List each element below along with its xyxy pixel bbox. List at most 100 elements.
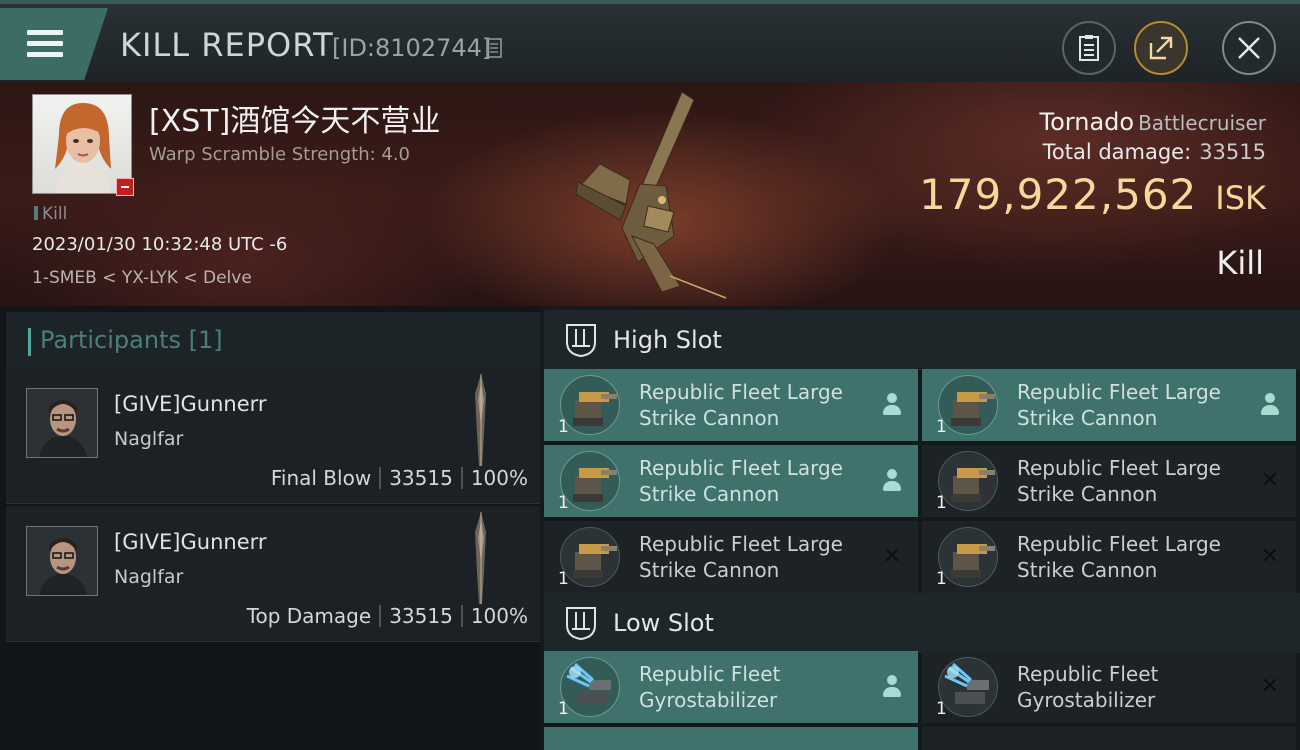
module-high-4[interactable]: 1 Republic Fleet Large Strike Cannon ✕ [922, 445, 1296, 517]
participant-stats: Final Blow 33515 100% [271, 466, 528, 490]
module-quantity: 1 [936, 493, 947, 513]
isk-value: 179,922,562 ISK [919, 170, 1266, 219]
module-name: Republic Fleet Large Strike Cannon [639, 379, 879, 431]
top-bar: KILL REPORT [ID:8102744] [0, 0, 1300, 82]
victim-banner: [XST]酒馆今天不营业 Warp Scramble Strength: 4.0… [0, 82, 1300, 306]
module-name-line1: Republic Fleet Large [1017, 380, 1221, 404]
participant-percent: 100% [470, 604, 528, 628]
module-quantity: 1 [936, 699, 947, 719]
clipboard-button[interactable] [1062, 21, 1116, 75]
isk-unit: ISK [1215, 179, 1266, 217]
gyrostabilizer-icon [938, 657, 998, 717]
module-name: Republic Fleet Gyrostabilizer [639, 661, 879, 713]
module-name-line2: Strike Cannon [1017, 482, 1158, 506]
module-name-line2: Strike Cannon [639, 558, 780, 582]
module-name: Republic Fleet Large Strike Cannon [1017, 455, 1257, 507]
gyrostabilizer-icon [560, 657, 620, 717]
module-high-6[interactable]: 1 Republic Fleet Large Strike Cannon ✕ [922, 521, 1296, 593]
participant-stats: Top Damage 33515 100% [247, 604, 528, 628]
low-slot-header: Low Slot [544, 593, 1300, 653]
high-slot-header: High Slot [544, 310, 1300, 370]
participant-card[interactable]: [GIVE]Gunnerr Naglfar Final Blow 33515 100… [6, 368, 540, 504]
total-damage-label: Total damage: [1042, 140, 1192, 164]
participant-ship-icon[interactable] [470, 512, 492, 604]
module-name-line1: Republic Fleet Large [1017, 532, 1221, 556]
high-slot-title: High Slot [613, 326, 722, 354]
close-icon [1238, 37, 1260, 59]
low-slot-title: Low Slot [613, 609, 714, 637]
copy-icon[interactable] [486, 38, 502, 58]
participants-header: Participants [1] [6, 312, 540, 370]
module-low-1[interactable]: 1 Republic Fleet Gyrostabilizer [544, 651, 918, 723]
module-name: Republic Fleet Gyrostabilizer [1017, 661, 1257, 713]
module-name-line2: Strike Cannon [639, 406, 780, 430]
participant-portrait-icon [27, 527, 97, 595]
participant-percent: 100% [470, 466, 528, 490]
module-high-3[interactable]: 1 Republic Fleet Large Strike Cannon [544, 445, 918, 517]
module-high-5[interactable]: 1 Republic Fleet Large Strike Cannon ✕ [544, 521, 918, 593]
clipboard-icon [1079, 35, 1099, 61]
destroyed-icon: ✕ [882, 543, 902, 569]
victim-name[interactable]: [XST]酒馆今天不营业 [149, 96, 440, 140]
participants-count: [1] [188, 326, 223, 354]
ship-type[interactable]: Tornado Battlecruiser [1040, 108, 1266, 136]
share-button[interactable] [1134, 21, 1188, 75]
participant-role: Final Blow [270, 466, 372, 490]
module-high-2[interactable]: 1 Republic Fleet Large Strike Cannon [922, 369, 1296, 441]
fitted-icon [880, 673, 904, 699]
participant-name[interactable]: [GIVE]Gunnerr [114, 530, 267, 554]
cannon-icon [938, 451, 998, 511]
kill-location[interactable]: 1-SMEB < YX-LYK < Delve [32, 268, 252, 288]
module-name-line1: Republic Fleet Large [639, 532, 843, 556]
high-slot-icon [566, 324, 596, 358]
module-name-line1: Republic Fleet [1017, 662, 1159, 686]
cannon-icon [560, 375, 620, 435]
victim-ship-icon[interactable] [570, 86, 740, 301]
module-name-line2: Strike Cannon [1017, 558, 1158, 582]
close-button[interactable] [1222, 21, 1276, 75]
module-name-line2: Strike Cannon [639, 482, 780, 506]
participant-portrait-icon [27, 389, 97, 457]
module-quantity: 1 [558, 493, 569, 513]
warp-scramble-strength: Warp Scramble Strength: 4.0 [149, 144, 411, 165]
kill-datetime: 2023/01/30 10:32:48 UTC -6 [32, 234, 288, 255]
participant-avatar[interactable] [26, 388, 98, 458]
module-quantity: 1 [558, 569, 569, 589]
fitted-icon [1258, 391, 1282, 417]
module-name: Republic Fleet Large Strike Cannon [1017, 531, 1257, 583]
isk-amount: 179,922,562 [919, 170, 1198, 219]
total-damage: Total damage: 33515 [1043, 140, 1266, 164]
participants-label: Participants [40, 326, 181, 354]
module-quantity: 1 [558, 417, 569, 437]
destroyed-icon: ✕ [1260, 673, 1280, 699]
hamburger-icon [27, 30, 63, 58]
kill-result: Kill [1216, 244, 1264, 282]
cannon-icon [560, 527, 620, 587]
module-high-1[interactable]: 1 Republic Fleet Large Strike Cannon [544, 369, 918, 441]
menu-button[interactable] [0, 8, 108, 80]
participant-ship-icon[interactable] [470, 374, 492, 466]
page-title: KILL REPORT [120, 26, 334, 64]
share-icon [1149, 36, 1173, 60]
destroyed-icon: ✕ [1260, 467, 1280, 493]
module-name-line1: Republic Fleet [639, 662, 781, 686]
module-name: Republic Fleet Large Strike Cannon [639, 455, 879, 507]
participant-damage: 33515 [389, 466, 453, 490]
cannon-icon [938, 375, 998, 435]
module-low-3[interactable] [544, 727, 918, 750]
participant-damage: 33515 [389, 604, 453, 628]
module-quantity: 1 [936, 417, 947, 437]
participant-name[interactable]: [GIVE]Gunnerr [114, 392, 267, 416]
module-low-4[interactable] [922, 727, 1296, 750]
cannon-icon [938, 527, 998, 587]
hostile-badge-icon [116, 178, 134, 196]
module-name-line2: Gyrostabilizer [639, 688, 778, 712]
participant-card[interactable]: [GIVE]Gunnerr Naglfar Top Damage 33515 100… [6, 506, 540, 642]
module-quantity: 1 [936, 569, 947, 589]
participant-ship: Naglfar [114, 428, 184, 450]
ship-class: Battlecruiser [1138, 111, 1266, 135]
participant-avatar[interactable] [26, 526, 98, 596]
module-low-2[interactable]: 1 Republic Fleet Gyrostabilizer ✕ [922, 651, 1296, 723]
ship-name: Tornado [1039, 108, 1135, 136]
module-name-line2: Strike Cannon [1017, 406, 1158, 430]
